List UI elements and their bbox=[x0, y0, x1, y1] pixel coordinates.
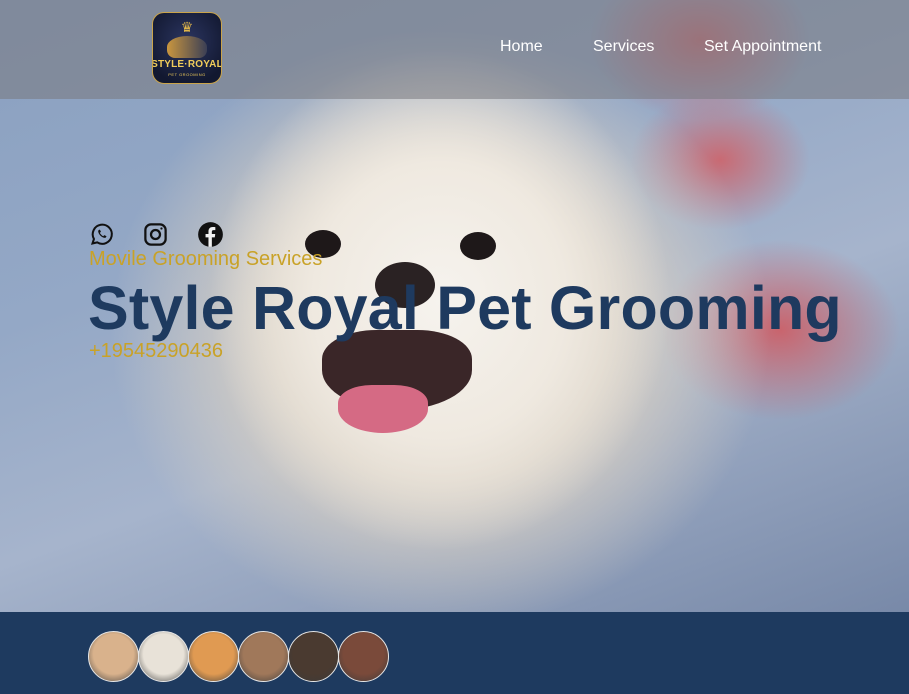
avatar-orange-cat[interactable] bbox=[188, 631, 239, 682]
dog-eye-right bbox=[460, 232, 496, 260]
avatar-tabby-cat[interactable] bbox=[238, 631, 289, 682]
instagram-icon[interactable] bbox=[142, 221, 169, 248]
avatar-white-dog[interactable] bbox=[138, 631, 189, 682]
hero-tagline: Movile Grooming Services bbox=[89, 248, 323, 270]
nav-services-link[interactable]: Services bbox=[593, 38, 654, 56]
pet-avatar-list bbox=[88, 631, 408, 683]
dog-tongue bbox=[338, 385, 428, 433]
nav-home-link[interactable]: Home bbox=[500, 38, 543, 56]
crown-icon: ♛ bbox=[180, 18, 194, 35]
avatar-french-bulldog[interactable] bbox=[88, 631, 139, 682]
avatar-shiba-dog[interactable] bbox=[338, 631, 389, 682]
logo-subtitle: PET GROOMING bbox=[168, 71, 206, 77]
phone-number-link[interactable]: +19545290436 bbox=[89, 340, 223, 363]
avatar-black-tan-dog[interactable] bbox=[288, 631, 339, 682]
top-navigation-bar: ♛ STYLE·ROYAL PET GROOMING Home Services… bbox=[0, 0, 909, 99]
nav-set-appointment-link[interactable]: Set Appointment bbox=[704, 38, 821, 56]
whatsapp-icon[interactable] bbox=[88, 221, 115, 248]
logo-title: STYLE·ROYAL bbox=[152, 58, 222, 70]
pets-emblem bbox=[167, 35, 207, 58]
facebook-icon[interactable] bbox=[197, 221, 224, 248]
gallery-strip bbox=[0, 612, 909, 694]
hero-title: Style Royal Pet Grooming bbox=[88, 274, 842, 342]
brand-logo[interactable]: ♛ STYLE·ROYAL PET GROOMING bbox=[152, 12, 222, 84]
